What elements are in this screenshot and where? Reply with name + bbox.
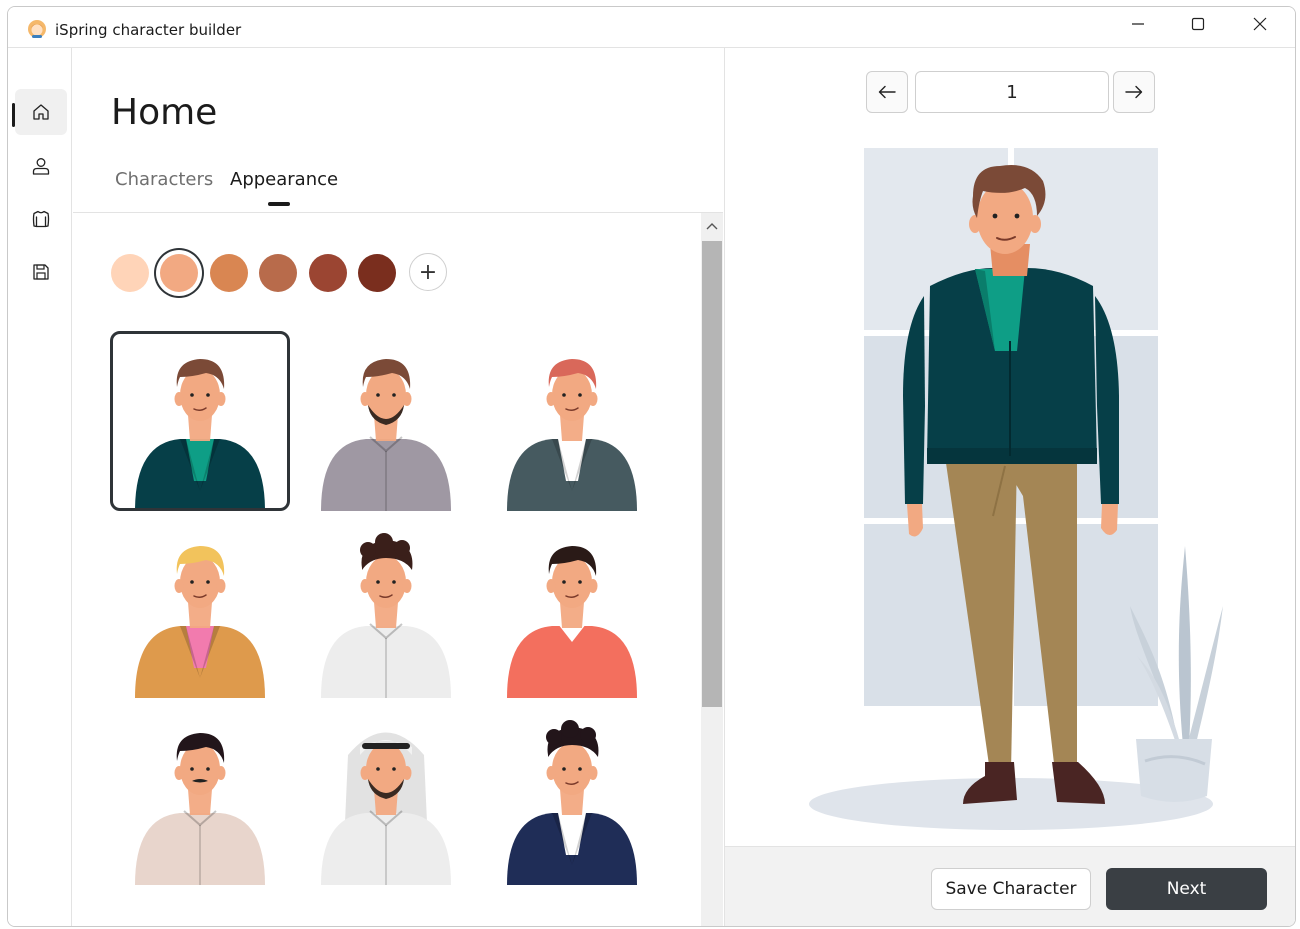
next-page-button[interactable] bbox=[1113, 71, 1155, 113]
app-window: iSpring character builder Home Character… bbox=[7, 6, 1296, 927]
character-card[interactable] bbox=[110, 705, 290, 885]
character-bust-illustration bbox=[135, 733, 265, 885]
character-card[interactable] bbox=[110, 331, 290, 511]
tab-divider bbox=[73, 212, 723, 213]
scroll-up-arrow-icon[interactable] bbox=[701, 213, 723, 239]
skin-tone-swatch[interactable] bbox=[111, 254, 149, 292]
skin-tone-swatch[interactable] bbox=[160, 254, 198, 292]
minimize-icon bbox=[1132, 23, 1144, 25]
save-icon bbox=[33, 264, 49, 280]
vertical-scrollbar[interactable] bbox=[701, 213, 723, 926]
person-icon bbox=[32, 158, 50, 175]
app-logo-icon bbox=[28, 20, 46, 38]
title-bar: iSpring character builder bbox=[8, 7, 1295, 48]
home-icon bbox=[33, 104, 49, 120]
page-title: Home bbox=[111, 92, 218, 133]
skin-tone-swatch[interactable] bbox=[309, 254, 347, 292]
character-card[interactable] bbox=[482, 518, 662, 698]
skin-tone-swatch[interactable] bbox=[210, 254, 248, 292]
maximize-icon bbox=[1191, 17, 1205, 31]
scroll-thumb[interactable] bbox=[702, 241, 722, 707]
main-pane: Home Characters Appearance + bbox=[73, 48, 723, 926]
tab-characters[interactable]: Characters bbox=[115, 169, 213, 190]
close-button[interactable] bbox=[1230, 7, 1290, 41]
character-card[interactable] bbox=[482, 331, 662, 511]
window-title: iSpring character builder bbox=[55, 21, 242, 39]
skin-tone-swatch[interactable] bbox=[259, 254, 297, 292]
nav-home-button[interactable] bbox=[15, 89, 67, 135]
character-card[interactable] bbox=[296, 705, 476, 885]
character-bust-illustration bbox=[321, 732, 451, 885]
next-button[interactable]: Next bbox=[1106, 868, 1267, 910]
character-bust-illustration bbox=[135, 359, 265, 508]
character-preview bbox=[809, 148, 1223, 830]
page-number-input[interactable] bbox=[915, 71, 1109, 113]
character-bust-illustration bbox=[135, 546, 265, 698]
character-card[interactable] bbox=[482, 705, 662, 885]
character-bust-illustration bbox=[507, 359, 637, 511]
preview-pane: Save Character Next bbox=[724, 48, 1295, 926]
character-card[interactable] bbox=[110, 518, 290, 698]
nav-clothing-button[interactable] bbox=[15, 196, 67, 242]
close-icon bbox=[1253, 17, 1267, 31]
footer-bar: Save Character Next bbox=[725, 846, 1295, 926]
skin-tone-swatch[interactable] bbox=[358, 254, 396, 292]
nav-character-button[interactable] bbox=[15, 143, 67, 189]
character-card[interactable] bbox=[296, 331, 476, 511]
character-card[interactable] bbox=[296, 518, 476, 698]
arrow-right-icon bbox=[1125, 85, 1143, 99]
character-bust-illustration bbox=[321, 359, 451, 511]
character-bust-illustration bbox=[507, 546, 637, 698]
tab-appearance[interactable]: Appearance bbox=[230, 169, 338, 190]
save-character-button[interactable]: Save Character bbox=[931, 868, 1091, 910]
arrow-left-icon bbox=[878, 85, 896, 99]
navigation-rail bbox=[8, 48, 72, 926]
maximize-button[interactable] bbox=[1168, 7, 1228, 41]
tab-selected-indicator bbox=[268, 202, 290, 206]
add-skin-tone-button[interactable]: + bbox=[409, 253, 447, 291]
minimize-button[interactable] bbox=[1108, 7, 1168, 41]
nav-save-button[interactable] bbox=[15, 249, 67, 295]
character-bust-illustration bbox=[507, 720, 637, 885]
shirt-icon bbox=[32, 210, 50, 228]
character-bust-illustration bbox=[321, 533, 451, 698]
previous-button[interactable] bbox=[866, 71, 908, 113]
